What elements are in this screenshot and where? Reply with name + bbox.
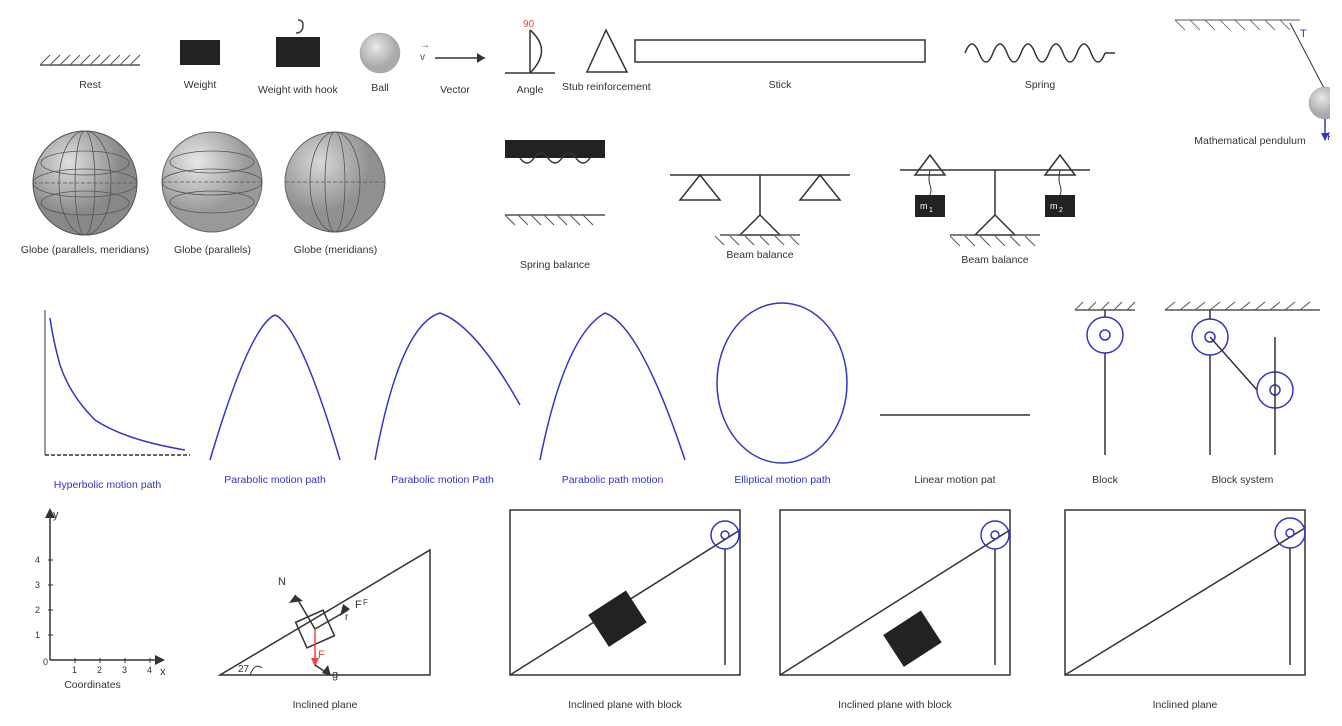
elliptical-label: Elliptical motion path (734, 474, 830, 488)
svg-text:2: 2 (1059, 207, 1063, 214)
stick-label: Stick (769, 79, 792, 93)
globe-m-item: Globe (meridians) (278, 125, 393, 258)
stick-item: Stick (630, 30, 930, 93)
globe-p-item: Globe (parallels) (155, 125, 270, 258)
beam-balance1-label: Beam balance (726, 249, 793, 263)
inclined1-label: Inclined plane (293, 699, 358, 713)
svg-text:F: F (363, 598, 368, 607)
svg-text:F: F (355, 599, 362, 611)
spring-item: Spring (960, 25, 1120, 93)
inclined3-label: Inclined plane with block (838, 699, 952, 713)
inclined2-label: Inclined plane with block (568, 699, 682, 713)
svg-text:1: 1 (35, 630, 40, 640)
svg-text:F: F (1327, 131, 1330, 143)
weight-hook-label: Weight with hook (258, 84, 338, 98)
rest-label: Rest (79, 79, 101, 93)
spring-label: Spring (1025, 79, 1055, 93)
svg-text:y: y (53, 509, 59, 521)
beam-balance1-item: Beam balance (660, 115, 860, 263)
globe-pm-label: Globe (parallels, meridians) (21, 244, 149, 258)
hyperbolic-item: Hyperbolic motion path (15, 300, 200, 493)
svg-text:r: r (345, 612, 349, 623)
svg-text:x: x (160, 666, 166, 675)
svg-text:27: 27 (238, 664, 250, 675)
svg-text:90: 90 (523, 19, 535, 30)
angle-item: 90 Angle (495, 15, 565, 98)
linear-label: Linear motion pat (914, 474, 995, 488)
spring-balance-item: Spring balance (490, 125, 620, 273)
parabolic3-label: Parabolic path motion (562, 474, 664, 488)
hyperbolic-label: Hyperbolic motion path (54, 479, 161, 493)
globe-pm-item: Globe (parallels, meridians) (20, 125, 150, 258)
parabolic2-label: Parabolic motion Path (391, 474, 494, 488)
math-pendulum-label: Mathematical pendulum (1194, 135, 1305, 149)
parabolic1-item: Parabolic motion path (195, 305, 355, 488)
main-canvas: Rest Weight Weight with hook Bal (0, 0, 1342, 726)
svg-text:N: N (278, 576, 286, 588)
inclined2-item: Inclined plane with block (500, 500, 750, 713)
pendulum-top: T F g Mathematical pendulum (1170, 15, 1330, 149)
globe-m-label: Globe (meridians) (294, 244, 377, 258)
elliptical-item: Elliptical motion path (695, 295, 870, 488)
svg-text:→: → (420, 40, 430, 51)
coordinates-item: y x 0 1 2 3 4 1 2 3 4 Coordinates (15, 500, 170, 693)
inclined1-item: 27 N F F r F g Inclined plane (200, 500, 450, 713)
weight-label: Weight (184, 79, 217, 93)
ball-label: Ball (371, 82, 389, 96)
beam-balance2-label: Beam balance (961, 254, 1028, 268)
parabolic3-item: Parabolic path motion (530, 305, 695, 488)
globe-p-label: Globe (parallels) (174, 244, 251, 258)
svg-text:v: v (420, 52, 425, 63)
svg-text:2: 2 (97, 665, 102, 675)
svg-text:4: 4 (35, 555, 40, 565)
beam-balance2-item: m 1 m 2 Beam balance (890, 115, 1100, 268)
svg-text:m: m (1050, 201, 1058, 211)
svg-text:g: g (332, 669, 338, 681)
svg-text:4: 4 (147, 665, 152, 675)
svg-text:2: 2 (35, 605, 40, 615)
block-label: Block (1092, 474, 1118, 488)
block-system-item: Block system (1155, 295, 1330, 488)
svg-text:3: 3 (122, 665, 127, 675)
coordinates-label: Coordinates (64, 679, 121, 693)
svg-text:F: F (318, 649, 325, 661)
svg-text:m: m (920, 201, 928, 211)
weight-item: Weight (175, 30, 225, 93)
svg-text:1: 1 (72, 665, 77, 675)
ball-item: Ball (355, 28, 405, 96)
svg-text:T: T (1300, 28, 1307, 40)
svg-text:3: 3 (35, 580, 40, 590)
inclined3-item: Inclined plane with block (770, 500, 1020, 713)
svg-text:1: 1 (929, 207, 933, 214)
parabolic1-label: Parabolic motion path (224, 474, 326, 488)
rest-item: Rest (30, 20, 150, 93)
block-system-label: Block system (1212, 474, 1274, 488)
inclined4-item: Inclined plane (1055, 500, 1315, 713)
inclined4-label: Inclined plane (1153, 699, 1218, 713)
svg-text:0: 0 (43, 657, 48, 667)
vector-item: → v Vector (415, 30, 495, 98)
linear-item: Linear motion pat (870, 295, 1040, 488)
parabolic2-item: Parabolic motion Path (360, 305, 525, 488)
vector-label: Vector (440, 84, 470, 98)
angle-label: Angle (517, 84, 544, 98)
spring-balance-label: Spring balance (520, 259, 590, 273)
weight-hook-item: Weight with hook (258, 15, 338, 98)
block-item: Block (1055, 295, 1155, 488)
